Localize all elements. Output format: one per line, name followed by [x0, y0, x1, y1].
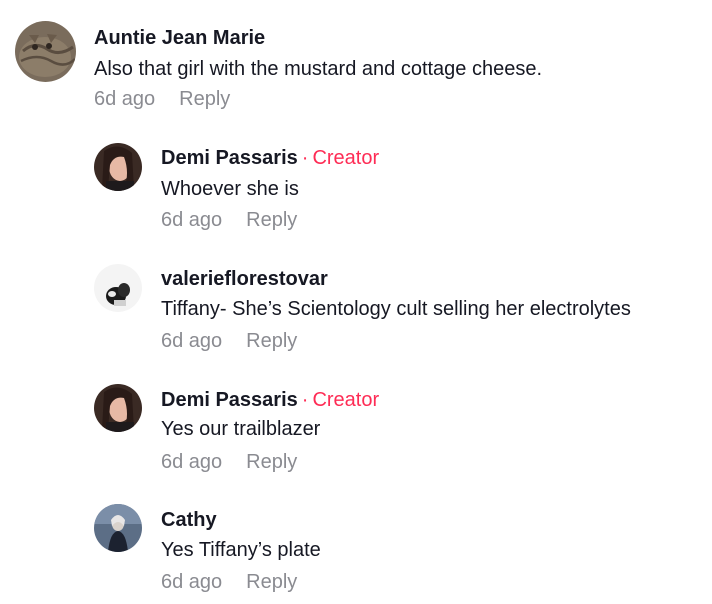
reply-button[interactable]: Reply — [246, 451, 297, 473]
comment-author[interactable]: Cathy — [161, 508, 217, 532]
comment-text: Yes our trailblazer — [161, 418, 321, 440]
comment-time: 6d ago — [161, 451, 223, 473]
avatar[interactable] — [94, 504, 142, 552]
comment-meta: 6d ago Reply — [161, 329, 297, 353]
comment-meta: 6d ago Reply — [161, 450, 297, 474]
comment-author[interactable]: Auntie Jean Marie — [94, 26, 265, 50]
comment-text: Also that girl with the mustard and cott… — [94, 58, 543, 80]
comment-time: 6d ago — [94, 88, 156, 110]
reply-button[interactable]: Reply — [246, 209, 297, 231]
comment-meta: 6d ago Reply — [161, 570, 297, 594]
reply-button[interactable]: Reply — [246, 571, 297, 593]
comment-text: Tiffany- She’s Scientology cult selling … — [161, 298, 631, 320]
avatar[interactable] — [15, 21, 76, 82]
comment-time: 6d ago — [161, 209, 223, 231]
comment-meta: 6d ago Reply — [161, 208, 297, 232]
comment-meta: 6d ago Reply — [94, 87, 230, 111]
comment-time: 6d ago — [161, 571, 223, 593]
comment-author[interactable]: Demi Passaris · Creator — [161, 146, 379, 170]
avatar[interactable] — [94, 384, 142, 432]
creator-badge: · Creator — [301, 389, 380, 411]
creator-badge: · Creator — [301, 147, 380, 169]
comment-author[interactable]: valerieflorestovar — [161, 267, 328, 291]
comment-time: 6d ago — [161, 330, 223, 352]
comment-author[interactable]: Demi Passaris · Creator — [161, 388, 379, 412]
avatar[interactable] — [94, 264, 142, 312]
reply-button[interactable]: Reply — [246, 330, 297, 352]
comment-text: Whoever she is — [161, 178, 299, 200]
reply-button[interactable]: Reply — [179, 88, 230, 110]
comment-text: Yes Tiffany’s plate — [161, 539, 321, 561]
avatar[interactable] — [94, 143, 142, 191]
